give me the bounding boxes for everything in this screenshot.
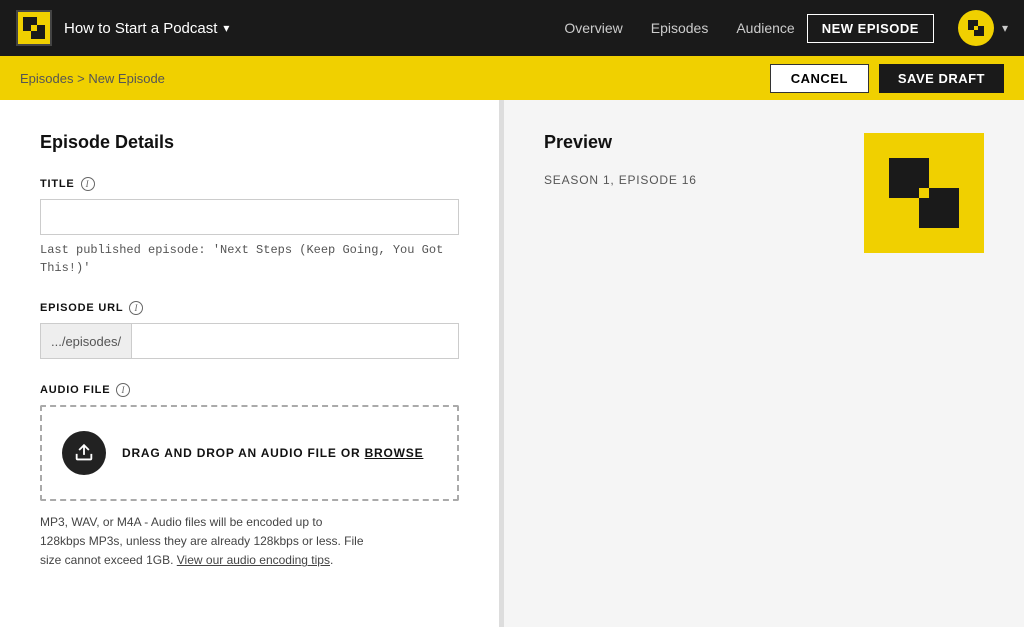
breadcrumb-episodes[interactable]: Episodes [20,71,73,86]
breadcrumb-separator: > [73,71,88,86]
title-field-group: TITLE i Last published episode: 'Next St… [40,177,459,277]
nav-link-episodes[interactable]: Episodes [651,20,709,36]
logo-icon [16,10,52,46]
main-content: Episode Details TITLE i Last published e… [0,100,1024,627]
audio-hint-line2: 128kbps MP3s, unless they are already 12… [40,534,364,548]
app-logo-outer [16,10,52,46]
user-avatar[interactable] [958,10,994,46]
title-label: TITLE i [40,177,459,191]
breadcrumb: Episodes > New Episode [20,71,165,86]
nav-link-audience[interactable]: Audience [736,20,794,36]
save-draft-button[interactable]: SAVE DRAFT [879,64,1004,93]
audio-hint-line1: MP3, WAV, or M4A - Audio files will be e… [40,515,322,529]
audio-file-field-group: AUDIO FILE i DRAG AND DROP AN AUDIO FILE… [40,383,459,571]
episode-url-label: EPISODE URL i [40,301,459,315]
right-panel: Preview SEASON 1, EPISODE 16 [504,100,1024,627]
episode-details-title: Episode Details [40,132,459,153]
avatar-icon [965,17,987,39]
episode-url-label-text: EPISODE URL [40,302,123,314]
audio-hint: MP3, WAV, or M4A - Audio files will be e… [40,513,459,571]
title-label-text: TITLE [40,178,75,190]
cancel-button[interactable]: CANCEL [770,64,869,93]
show-title-area[interactable]: How to Start a Podcast ▾ [64,20,229,37]
new-episode-button[interactable]: NEW EPISODE [807,14,934,43]
audio-file-label-text: AUDIO FILE [40,384,110,396]
breadcrumb-actions: CANCEL SAVE DRAFT [770,64,1004,93]
top-navigation: How to Start a Podcast ▾ Overview Episod… [0,0,1024,56]
upload-arrow-icon [73,442,95,464]
title-hint: Last published episode: 'Next Steps (Kee… [40,241,459,277]
left-panel: Episode Details TITLE i Last published e… [0,100,500,627]
audio-drop-zone[interactable]: DRAG AND DROP AN AUDIO FILE OR BROWSE [40,405,459,501]
thumbnail-logo-icon [884,153,964,233]
breadcrumb-bar: Episodes > New Episode CANCEL SAVE DRAFT [0,56,1024,100]
avatar-chevron: ▾ [1002,21,1008,35]
upload-icon [62,431,106,475]
url-prefix: .../episodes/ [41,324,132,358]
preview-thumbnail [864,133,984,253]
audio-file-label: AUDIO FILE i [40,383,459,397]
title-input[interactable] [40,199,459,235]
audio-hint-end: . [330,553,333,567]
drop-text: DRAG AND DROP AN AUDIO FILE OR BROWSE [122,446,423,460]
title-info-icon: i [81,177,95,191]
show-title-chevron: ▾ [223,21,229,35]
browse-link[interactable]: BROWSE [365,446,424,460]
nav-links: Overview Episodes Audience [564,20,794,36]
url-input-wrapper: .../episodes/ [40,323,459,359]
nav-link-overview[interactable]: Overview [564,20,622,36]
show-title: How to Start a Podcast [64,20,217,37]
url-input[interactable] [132,324,458,358]
audio-hint-line3: size cannot exceed 1GB. [40,553,173,567]
audio-encoding-tips-link[interactable]: View our audio encoding tips [177,553,330,567]
audio-info-icon: i [116,383,130,397]
drop-label: DRAG AND DROP AN AUDIO FILE OR [122,446,365,460]
url-info-icon: i [129,301,143,315]
breadcrumb-new-episode: New Episode [88,71,165,86]
episode-url-field-group: EPISODE URL i .../episodes/ [40,301,459,359]
episode-meta: SEASON 1, EPISODE 16 [544,173,697,187]
